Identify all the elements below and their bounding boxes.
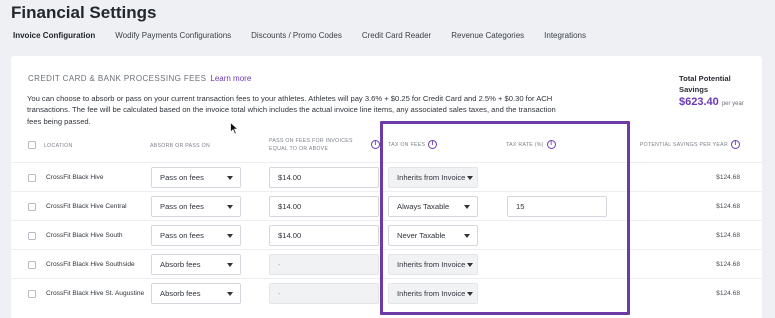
row-location: CrossFit Black Hive Southside: [46, 261, 135, 268]
total-savings-period: per year: [721, 101, 744, 107]
row-savings: $124.68: [716, 203, 740, 210]
header-pass-on-info[interactable]: i: [368, 140, 380, 149]
header-absorb: ABSORB OR PASS ON: [150, 143, 211, 149]
chevron-down-icon: [227, 205, 233, 209]
header-tax-on-fees: TAX ON FEES i: [388, 140, 438, 149]
row-location: CrossFit Black Hive: [46, 174, 104, 181]
absorb-select-value: Pass on fees: [160, 173, 204, 182]
chevron-down-icon: [227, 234, 233, 238]
threshold-input[interactable]: -: [269, 283, 379, 304]
tab-discounts-promo-codes[interactable]: Discounts / Promo Codes: [251, 31, 342, 40]
chevron-down-icon: [467, 263, 473, 267]
header-location: LOCATION: [44, 143, 73, 149]
select-all-checkbox[interactable]: [28, 141, 36, 149]
table-row: CrossFit Black Hive Southside Absorb fee…: [11, 249, 762, 278]
row-location: CrossFit Black Hive St. Augustine: [46, 290, 145, 297]
tab-revenue-categories[interactable]: Revenue Categories: [451, 31, 524, 40]
chevron-down-icon: [227, 263, 233, 267]
info-icon[interactable]: i: [731, 140, 740, 149]
chevron-down-icon: [227, 292, 233, 296]
tax-on-fees-value: Always Taxable: [397, 202, 450, 211]
header-pass-on: PASS ON FEES FOR INVOICES EQUAL TO OR AB…: [269, 138, 353, 152]
absorb-select[interactable]: Absorb fees: [151, 254, 241, 275]
row-checkbox[interactable]: [28, 174, 36, 182]
total-savings-value: $623.40: [679, 96, 719, 108]
threshold-input[interactable]: -: [269, 254, 379, 275]
tab-bar: Invoice Configuration Wodify Payments Co…: [13, 31, 606, 40]
tab-wodify-payments-configurations[interactable]: Wodify Payments Configurations: [115, 31, 231, 40]
header-tax-on-fees-text: TAX ON FEES: [388, 141, 426, 148]
header-tax-rate-text: TAX RATE (%): [506, 141, 544, 148]
tab-integrations[interactable]: Integrations: [544, 31, 586, 40]
tax-on-fees-value: Inherits from Invoice: [397, 289, 466, 298]
row-savings: $124.68: [716, 290, 740, 297]
learn-more-link[interactable]: Learn more: [210, 74, 251, 83]
absorb-select[interactable]: Pass on fees: [151, 225, 241, 246]
tax-on-fees-select[interactable]: Inherits from Invoice: [388, 254, 478, 275]
tax-on-fees-select[interactable]: Never Taxable: [388, 225, 478, 246]
table-row: CrossFit Black Hive Central Pass on fees…: [11, 191, 762, 220]
chevron-down-icon: [467, 176, 473, 180]
header-potential-savings-text: POTENTIAL SAVINGS PER YEAR: [639, 141, 728, 148]
row-savings: $124.68: [716, 261, 740, 268]
processing-fees-card: CREDIT CARD & BANK PROCESSING FEES Learn …: [11, 56, 762, 318]
absorb-select-value: Absorb fees: [160, 289, 201, 298]
absorb-select-value: Pass on fees: [160, 231, 204, 240]
page-title: Financial Settings: [11, 3, 157, 22]
table-header: LOCATION ABSORB OR PASS ON PASS ON FEES …: [11, 132, 762, 162]
row-savings: $124.68: [716, 232, 740, 239]
row-location: CrossFit Black Hive Central: [46, 203, 127, 210]
row-savings: $124.68: [716, 174, 740, 181]
tab-credit-card-reader[interactable]: Credit Card Reader: [362, 31, 431, 40]
row-checkbox[interactable]: [28, 232, 36, 240]
row-checkbox[interactable]: [28, 261, 36, 269]
header-tax-rate: TAX RATE (%) i: [506, 140, 556, 149]
info-icon[interactable]: i: [371, 140, 380, 149]
chevron-down-icon: [227, 176, 233, 180]
row-location: CrossFit Black Hive South: [46, 232, 123, 239]
tax-on-fees-select[interactable]: Always Taxable: [388, 196, 478, 217]
total-savings-amount: $623.40 per year: [679, 96, 759, 108]
absorb-select[interactable]: Pass on fees: [151, 196, 241, 217]
info-icon[interactable]: i: [428, 140, 438, 149]
section-description: You can choose to absorb or pass on your…: [27, 94, 556, 126]
tax-on-fees-select[interactable]: Inherits from Invoice: [388, 167, 478, 188]
tax-on-fees-value: Inherits from Invoice: [397, 260, 466, 269]
tab-invoice-configuration[interactable]: Invoice Configuration: [13, 31, 95, 40]
section-title: CREDIT CARD & BANK PROCESSING FEES Learn …: [28, 74, 251, 83]
row-checkbox[interactable]: [28, 290, 36, 298]
section-title-text: CREDIT CARD & BANK PROCESSING FEES: [28, 74, 207, 83]
chevron-down-icon: [464, 234, 470, 238]
tax-on-fees-select[interactable]: Inherits from Invoice: [388, 283, 478, 304]
absorb-select-value: Pass on fees: [160, 202, 204, 211]
total-savings-label: Total Potential Savings: [679, 74, 731, 94]
absorb-select-value: Absorb fees: [160, 260, 201, 269]
threshold-input[interactable]: $14.00: [269, 196, 379, 217]
absorb-select[interactable]: Absorb fees: [151, 283, 241, 304]
total-savings: Total Potential Savings $623.40 per year: [679, 73, 759, 108]
threshold-input[interactable]: $14.00: [269, 225, 379, 246]
table-row: CrossFit Black Hive South Pass on fees $…: [11, 220, 762, 249]
row-checkbox[interactable]: [28, 203, 36, 211]
table-row: CrossFit Black Hive Pass on fees $14.00 …: [11, 162, 762, 191]
absorb-select[interactable]: Pass on fees: [151, 167, 241, 188]
mouse-cursor-icon: [230, 122, 239, 135]
tax-on-fees-value: Inherits from Invoice: [397, 173, 466, 182]
info-icon[interactable]: i: [546, 140, 556, 149]
header-potential-savings: POTENTIAL SAVINGS PER YEAR i: [640, 140, 740, 149]
chevron-down-icon: [464, 205, 470, 209]
tax-rate-input[interactable]: 15: [507, 196, 607, 217]
chevron-down-icon: [467, 292, 473, 296]
threshold-input[interactable]: $14.00: [269, 167, 379, 188]
table-row: CrossFit Black Hive St. Augustine Absorb…: [11, 278, 762, 307]
tax-on-fees-value: Never Taxable: [397, 231, 446, 240]
